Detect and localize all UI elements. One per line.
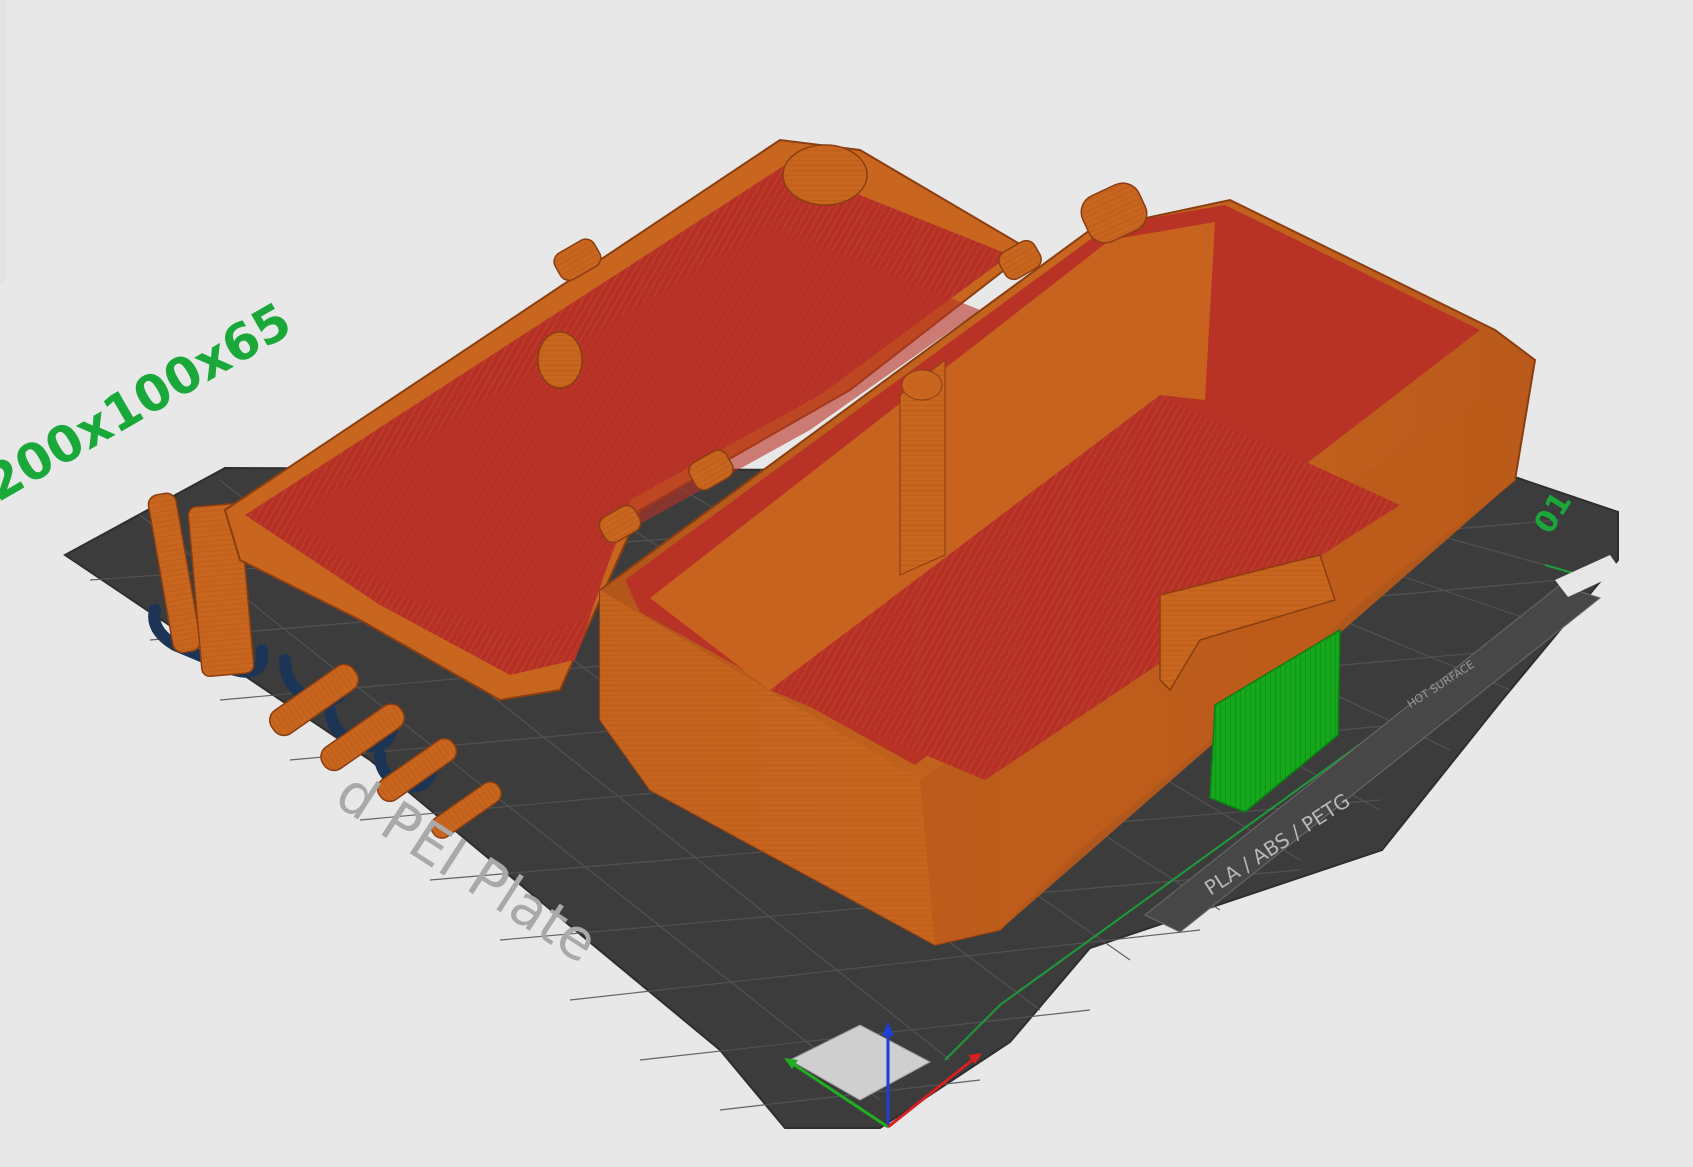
3d-viewport[interactable]: d PEI Plate PLA / ABS / PETG HOT SURFACE… <box>0 0 1693 1167</box>
scene-canvas[interactable] <box>0 0 1693 1167</box>
